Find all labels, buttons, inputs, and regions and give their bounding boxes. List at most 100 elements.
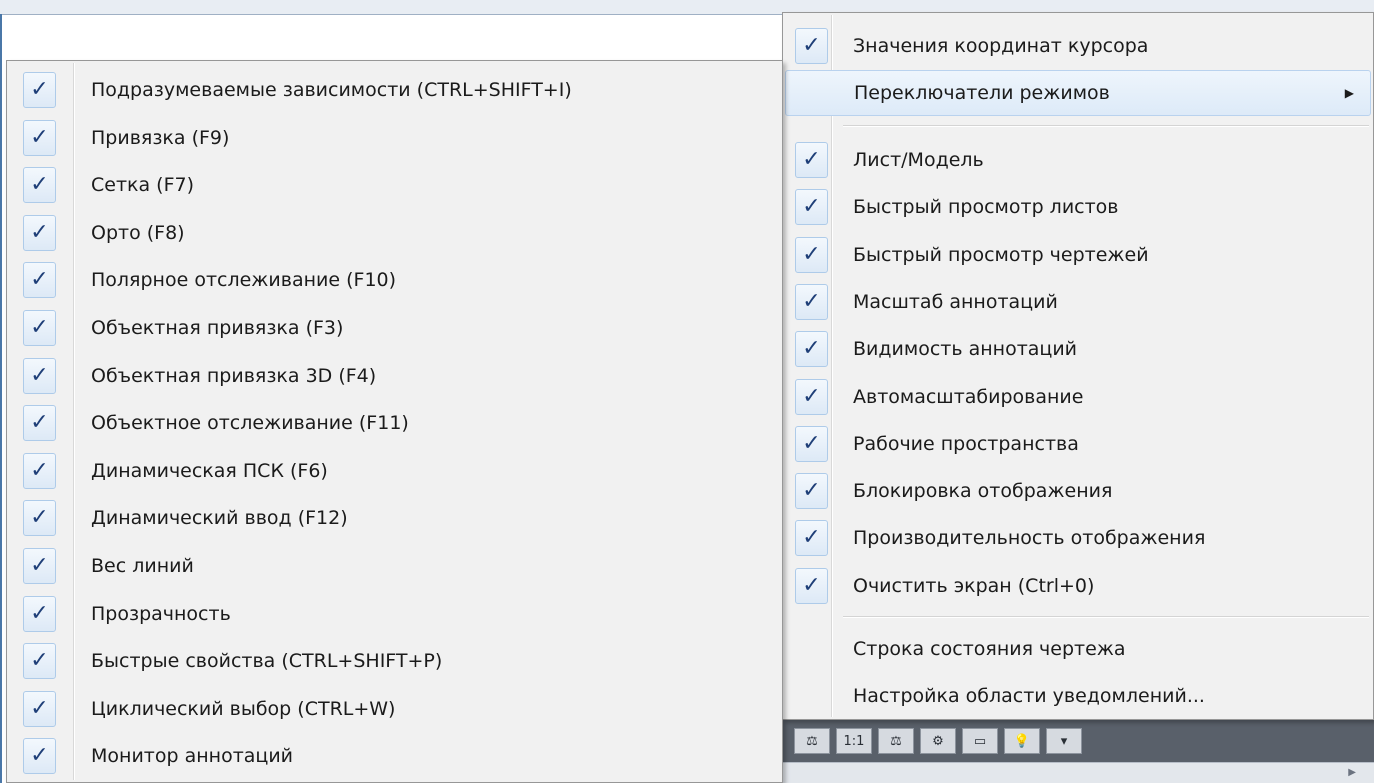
menu-item-label: Привязка (F9) xyxy=(91,126,230,149)
menu-item-label: Циклический выбор (CTRL+W) xyxy=(91,697,396,720)
menu-item[interactable]: ✓ Подразумеваемые зависимости (CTRL+SHIFT… xyxy=(9,67,780,113)
menu-item[interactable]: ✓ Автомасштабирование xyxy=(785,374,1371,420)
menu-item[interactable]: ✓ Монитор аннотаций xyxy=(9,733,780,779)
menu-item-label: Полярное отслеживание (F10) xyxy=(91,269,397,292)
menu-item[interactable]: ✓ Вес линий xyxy=(9,543,780,589)
annotation-scale-button[interactable]: 1:1 xyxy=(836,728,872,754)
status-toolbar: ⚖ 1:1 ⚖ ⚙ ▭ 💡 ▾ xyxy=(782,720,1374,762)
menu-item[interactable]: ✓ Объектная привязка 3D (F4) xyxy=(9,353,780,399)
menu-item-label: Прозрачность xyxy=(91,602,231,625)
check-icon: ✓ xyxy=(795,28,828,64)
menu-item[interactable]: ✓ Динамическая ПСК (F6) xyxy=(9,448,780,494)
check-icon: ✓ xyxy=(23,357,56,394)
toolbar-button[interactable]: ▭ xyxy=(962,728,998,754)
menu-item-label: Производительность отображения xyxy=(853,527,1206,550)
toolbar-button[interactable]: ▾ xyxy=(1046,728,1082,754)
check-icon: ✓ xyxy=(23,214,56,251)
menu-item-label: Сетка (F7) xyxy=(91,174,195,197)
check-icon: ✓ xyxy=(23,72,56,108)
check-icon: ✓ xyxy=(23,262,56,299)
check-icon: ✓ xyxy=(23,500,56,537)
menu-item[interactable]: ✓ Видимость аннотаций xyxy=(785,326,1371,372)
menu-item[interactable]: ✓ Орто (F8) xyxy=(9,210,780,256)
menu-item[interactable]: ✓ Масштаб аннотаций xyxy=(785,279,1371,325)
check-icon: ✓ xyxy=(795,236,828,273)
toolbar-button[interactable]: ⚖ xyxy=(878,728,914,754)
lightbulb-icon[interactable]: 💡 xyxy=(1004,728,1040,754)
scroll-arrow-icon[interactable]: ▶ xyxy=(1348,767,1356,778)
chevron-right-icon: ▶ xyxy=(1344,86,1354,100)
menu-item[interactable]: Строка состояния чертежа xyxy=(785,626,1371,672)
check-icon: ✓ xyxy=(23,643,56,680)
menu-item[interactable]: ✓ Сетка (F7) xyxy=(9,162,780,208)
menu-separator xyxy=(843,125,1369,127)
menu-item[interactable]: ✓ Быстрый просмотр листов xyxy=(785,184,1371,230)
check-icon: ✓ xyxy=(795,189,828,226)
check-icon: ✓ xyxy=(23,167,56,204)
menu-item-label: Подразумеваемые зависимости (CTRL+SHIFT+… xyxy=(91,79,572,101)
menu-item[interactable]: ✓ Быстрый просмотр чертежей xyxy=(785,232,1371,278)
check-icon: ✓ xyxy=(23,690,56,727)
menu-item[interactable]: ✓ Полярное отслеживание (F10) xyxy=(9,257,780,303)
menu-item-label: Блокировка отображения xyxy=(853,480,1113,503)
menu-item[interactable]: ✓ Очистить экран (Ctrl+0) xyxy=(785,563,1371,609)
toolbar-button[interactable]: ⚖ xyxy=(794,728,830,754)
check-icon: ✓ xyxy=(795,567,828,604)
check-icon: ✓ xyxy=(795,283,828,320)
menu-item-label: Видимость аннотаций xyxy=(853,338,1078,361)
menu-item-label: Быстрый просмотр чертежей xyxy=(853,243,1149,266)
check-icon: ✓ xyxy=(795,378,828,415)
check-icon: ✓ xyxy=(23,452,56,489)
menu-item-label: Объектное отслеживание (F11) xyxy=(91,412,409,435)
menu-item[interactable]: ✓ Циклический выбор (CTRL+W) xyxy=(9,686,780,732)
menu-item-label: Значения координат курсора xyxy=(853,35,1149,57)
check-icon: ✓ xyxy=(795,425,828,462)
check-icon: ✓ xyxy=(23,310,56,346)
menu-item-label: Динамическая ПСК (F6) xyxy=(91,459,328,482)
menu-item[interactable]: ✓ Лист/Модель xyxy=(785,137,1371,183)
menu-item-label: Автомасштабирование xyxy=(853,385,1084,408)
menu-item[interactable]: ✓ Рабочие пространства xyxy=(785,421,1371,467)
check-icon: ✓ xyxy=(795,520,828,557)
check-icon: ✓ xyxy=(23,738,56,775)
check-icon: ✓ xyxy=(795,473,828,510)
menu-item-label: Объектная привязка 3D (F4) xyxy=(91,364,377,387)
menu-item[interactable]: ✓ Производительность отображения xyxy=(785,515,1371,561)
menu-item-label: Динамический ввод (F12) xyxy=(91,507,348,530)
menu-item[interactable]: ✓ Прозрачность xyxy=(9,591,780,637)
check-icon: ✓ xyxy=(23,405,56,442)
menu-item[interactable]: ✓ Быстрые свойства (CTRL+SHIFT+P) xyxy=(9,638,780,684)
check-icon: ✓ xyxy=(795,142,828,178)
menu-item[interactable]: ✓ Привязка (F9) xyxy=(9,115,780,161)
menu-item-label: Вес линий xyxy=(91,555,194,577)
check-icon: ✓ xyxy=(23,595,56,632)
menu-item[interactable]: ✓ Блокировка отображения xyxy=(785,468,1371,514)
menu-item[interactable]: Настройка области уведомлений... xyxy=(785,673,1371,719)
menu-item-label: Строка состояния чертежа xyxy=(853,638,1126,660)
check-icon: ✓ xyxy=(23,548,56,584)
status-bar: ▶ xyxy=(782,762,1374,783)
menu-item-label: Объектная привязка (F3) xyxy=(91,317,344,339)
menu-item[interactable]: ✓ Объектная привязка (F3) xyxy=(9,305,780,351)
toolbar-button[interactable]: ⚙ xyxy=(920,728,956,754)
menu-item[interactable]: ✓ Динамический ввод (F12) xyxy=(9,495,780,541)
menu-item-label: Масштаб аннотаций xyxy=(853,290,1058,313)
check-icon: ✓ xyxy=(23,119,56,156)
menu-separator xyxy=(843,616,1369,618)
menu-item-label: Орто (F8) xyxy=(91,221,185,244)
screen: ⚖ 1:1 ⚖ ⚙ ▭ 💡 ▾ ▶ ✓ Значения координат ку… xyxy=(0,0,1374,783)
menu-item-label: Монитор аннотаций xyxy=(91,745,294,768)
menu-item[interactable]: Переключатели режимов ▶ xyxy=(785,70,1371,116)
menu-item[interactable]: ✓ Значения координат курсора xyxy=(785,23,1371,69)
status-bar-context-menu: ✓ Значения координат курсора Переключатели… xyxy=(782,12,1374,720)
mode-switches-submenu: ✓ Подразумеваемые зависимости (CTRL+SHIFT… xyxy=(6,60,783,783)
menu-item-label: Быстрый просмотр листов xyxy=(853,196,1119,219)
menu-item-label: Переключатели режимов xyxy=(854,82,1110,104)
menu-item-label: Рабочие пространства xyxy=(853,432,1079,455)
menu-item-label: Быстрые свойства (CTRL+SHIFT+P) xyxy=(91,650,443,673)
menu-item-label: Настройка области уведомлений... xyxy=(853,685,1205,707)
check-icon: ✓ xyxy=(795,331,828,368)
menu-item[interactable]: ✓ Объектное отслеживание (F11) xyxy=(9,400,780,446)
menu-item-label: Очистить экран (Ctrl+0) xyxy=(853,574,1095,597)
menu-item-label: Лист/Модель xyxy=(853,149,984,171)
